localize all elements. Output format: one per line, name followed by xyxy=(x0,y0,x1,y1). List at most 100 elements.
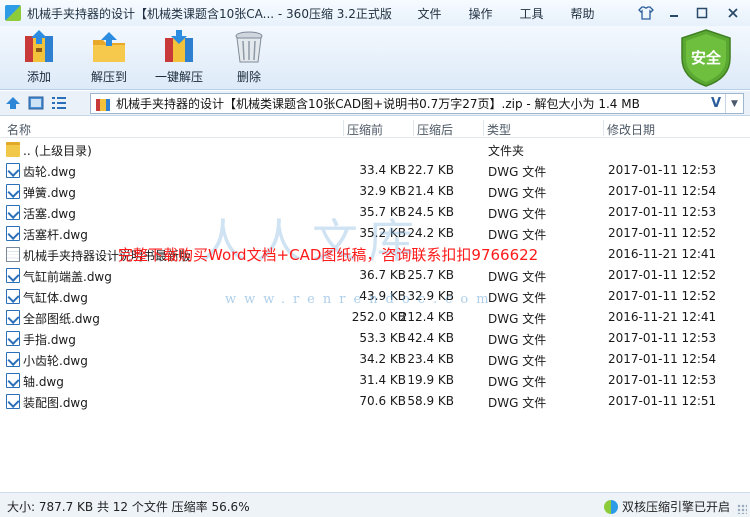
address-path-field[interactable]: 机械手夹持器的设计【机械类课题含10张CAD图+说明书0.7万字27页】.zip… xyxy=(90,93,744,114)
file-size: 70.6 KB xyxy=(359,394,406,408)
app-logo-icon xyxy=(5,5,21,21)
column-divider[interactable] xyxy=(413,120,414,136)
extract-folder-icon xyxy=(93,32,125,62)
menu-tools[interactable]: 工具 xyxy=(506,5,557,22)
list-item[interactable]: 齿轮.dwg 33.4 KB 22.7 KB DWG 文件 2017-01-11… xyxy=(0,160,750,181)
file-size: 53.3 KB xyxy=(359,331,406,345)
add-button[interactable]: 添加 xyxy=(6,30,72,85)
file-name: 全部图纸.dwg xyxy=(23,312,100,326)
add-label: 添加 xyxy=(26,70,51,84)
file-modified: 2016-11-21 12:41 xyxy=(608,310,717,324)
resize-grip-icon[interactable] xyxy=(737,504,747,514)
file-modified: 2017-01-11 12:53 xyxy=(608,163,717,177)
delete-label: 删除 xyxy=(236,70,261,84)
extract-to-button[interactable]: 解压到 xyxy=(76,30,142,85)
add-archive-icon xyxy=(25,30,53,62)
file-packed-size: 22.7 KB xyxy=(407,163,454,177)
list-item[interactable]: .. (上级目录) 文件夹 xyxy=(0,139,750,160)
column-size[interactable]: 压缩前 xyxy=(347,121,383,138)
window-controls xyxy=(632,0,750,26)
column-type[interactable]: 类型 xyxy=(487,121,511,138)
list-item[interactable]: 弹簧.dwg 32.9 KB 21.4 KB DWG 文件 2017-01-11… xyxy=(0,181,750,202)
list-item[interactable]: 装配图.dwg 70.6 KB 58.9 KB DWG 文件 2017-01-1… xyxy=(0,391,750,412)
file-type: DWG 文件 xyxy=(488,270,547,284)
security-shield[interactable]: 安全 xyxy=(676,28,736,88)
verify-check-icon[interactable]: V xyxy=(707,96,725,111)
file-name: 活塞杆.dwg xyxy=(23,228,88,242)
security-label: 安全 xyxy=(690,49,721,67)
file-type: DWG 文件 xyxy=(488,207,547,221)
dwg-file-icon xyxy=(6,226,20,241)
dwg-file-icon xyxy=(6,310,20,325)
doc-file-icon xyxy=(6,247,20,262)
engine-status[interactable]: 双核压缩引擎已开启 xyxy=(603,498,730,515)
dwg-file-icon xyxy=(6,184,20,199)
file-name: 手指.dwg xyxy=(23,333,76,347)
file-name: 气缸前端盖.dwg xyxy=(23,270,112,284)
list-item[interactable]: 全部图纸.dwg 252.0 KB 212.4 KB DWG 文件 2016-1… xyxy=(0,307,750,328)
file-modified: 2017-01-11 12:53 xyxy=(608,205,717,219)
file-type: DWG 文件 xyxy=(488,333,547,347)
file-type: DWG 文件 xyxy=(488,375,547,389)
file-type: DWG 文件 xyxy=(488,312,547,326)
column-divider[interactable] xyxy=(603,120,604,136)
thumbnail-view-icon[interactable] xyxy=(26,93,46,113)
engine-status-text: 双核压缩引擎已开启 xyxy=(621,500,730,514)
column-name[interactable]: 名称 xyxy=(7,121,31,138)
column-divider[interactable] xyxy=(483,120,484,136)
column-packed[interactable]: 压缩后 xyxy=(417,121,453,138)
chevron-down-icon[interactable]: ▼ xyxy=(725,94,743,113)
file-name: 弹簧.dwg xyxy=(23,186,76,200)
delete-button[interactable]: 删除 xyxy=(216,30,282,85)
dwg-file-icon xyxy=(6,331,20,346)
status-bar: 大小: 787.7 KB 共 12 个文件 压缩率 56.6% 双核压缩引擎已开… xyxy=(0,492,750,517)
file-packed-size: 212.4 KB xyxy=(399,310,454,324)
dwg-file-icon xyxy=(6,205,20,220)
file-modified: 2017-01-11 12:53 xyxy=(608,331,717,345)
dual-core-engine-icon xyxy=(603,499,618,514)
file-name: 轴.dwg xyxy=(23,375,64,389)
dwg-file-icon xyxy=(6,373,20,388)
file-type: DWG 文件 xyxy=(488,165,547,179)
menu-bar: 文件 操作 工具 帮助 xyxy=(404,0,608,26)
file-modified: 2017-01-11 12:54 xyxy=(608,352,717,366)
file-packed-size: 21.4 KB xyxy=(407,184,454,198)
file-name: 装配图.dwg xyxy=(23,396,88,410)
skin-icon[interactable] xyxy=(632,2,660,24)
file-type: DWG 文件 xyxy=(488,228,547,242)
list-item[interactable]: 小齿轮.dwg 34.2 KB 23.4 KB DWG 文件 2017-01-1… xyxy=(0,349,750,370)
menu-help[interactable]: 帮助 xyxy=(557,5,608,22)
up-arrow-icon[interactable] xyxy=(3,93,23,113)
dwg-file-icon xyxy=(6,163,20,178)
folder-icon xyxy=(6,142,20,157)
column-divider[interactable] xyxy=(343,120,344,136)
one-click-extract-label: 一键解压 xyxy=(154,70,203,84)
file-type: DWG 文件 xyxy=(488,186,547,200)
column-header: 名称 压缩前 压缩后 类型 修改日期 xyxy=(0,118,750,138)
file-name: 小齿轮.dwg xyxy=(23,354,88,368)
close-icon[interactable] xyxy=(716,2,750,24)
address-path: 机械手夹持器的设计【机械类课题含10张CAD图+说明书0.7万字27页】.zip… xyxy=(116,97,640,111)
list-item[interactable]: 轴.dwg 31.4 KB 19.9 KB DWG 文件 2017-01-11 … xyxy=(0,370,750,391)
toolbar: 添加 解压到 一键解压 删除 安全 xyxy=(0,26,750,90)
list-view-icon[interactable] xyxy=(49,93,69,113)
window-title: 机械手夹持器的设计【机械类课题含10张CA... - 360压缩 3.2正式版 xyxy=(27,6,392,21)
file-name: 气缸体.dwg xyxy=(23,291,88,305)
file-size: 33.4 KB xyxy=(359,163,406,177)
one-click-extract-button[interactable]: 一键解压 xyxy=(146,30,212,85)
file-type: DWG 文件 xyxy=(488,354,547,368)
file-name: 齿轮.dwg xyxy=(23,165,76,179)
list-item[interactable]: 手指.dwg 53.3 KB 42.4 KB DWG 文件 2017-01-11… xyxy=(0,328,750,349)
column-modified[interactable]: 修改日期 xyxy=(607,121,655,138)
trash-icon xyxy=(235,31,263,63)
file-name: 活塞.dwg xyxy=(23,207,76,221)
menu-file[interactable]: 文件 xyxy=(404,5,455,22)
menu-operate[interactable]: 操作 xyxy=(455,5,506,22)
one-click-extract-icon xyxy=(165,30,193,62)
file-type: DWG 文件 xyxy=(488,396,547,410)
minimize-icon[interactable] xyxy=(660,2,688,24)
file-modified: 2017-01-11 12:53 xyxy=(608,373,717,387)
file-size: 32.9 KB xyxy=(359,184,406,198)
maximize-icon[interactable] xyxy=(688,2,716,24)
dwg-file-icon xyxy=(6,352,20,367)
